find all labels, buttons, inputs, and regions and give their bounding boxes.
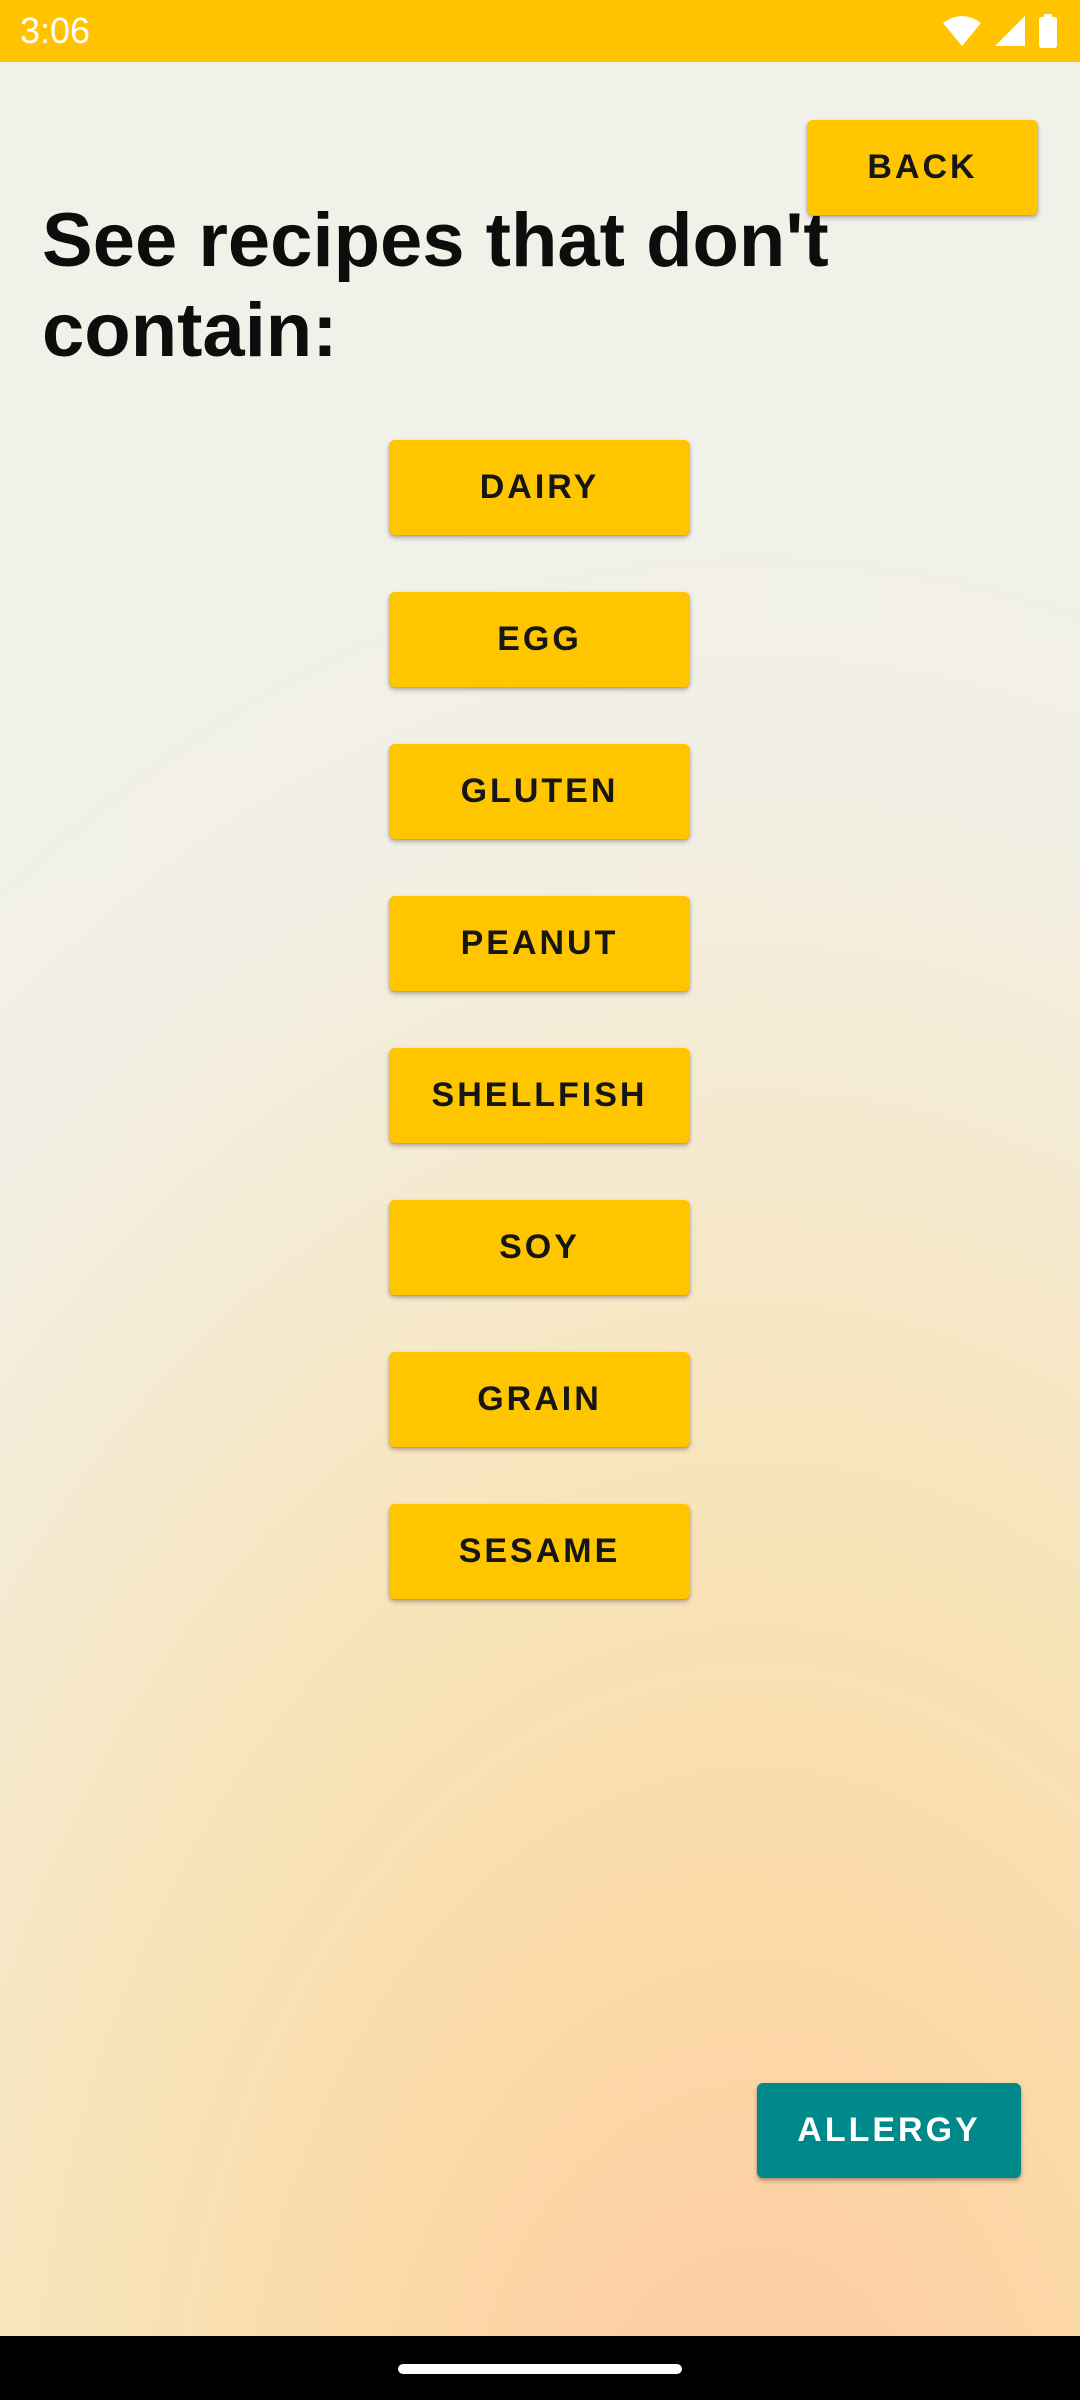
allergen-options: DAIRY EGG GLUTEN PEANUT SHELLFISH SOY GR…: [389, 440, 690, 1599]
allergen-sesame-button[interactable]: SESAME: [389, 1504, 690, 1599]
allergy-button[interactable]: ALLERGY: [757, 2083, 1021, 2178]
home-gesture-handle[interactable]: [398, 2364, 682, 2374]
wifi-icon: [942, 15, 982, 47]
allergen-grain-button[interactable]: GRAIN: [389, 1352, 690, 1447]
navigation-bar: [0, 2336, 1080, 2400]
allergen-soy-button[interactable]: SOY: [389, 1200, 690, 1295]
allergen-shellfish-button[interactable]: SHELLFISH: [389, 1048, 690, 1143]
allergen-gluten-button[interactable]: GLUTEN: [389, 744, 690, 839]
allergen-peanut-button[interactable]: PEANUT: [389, 896, 690, 991]
page-title: See recipes that don't contain:: [42, 198, 829, 373]
status-icons: [942, 12, 1058, 50]
status-bar: 3:06: [0, 0, 1080, 62]
cellular-signal-icon: [994, 15, 1026, 47]
status-time: 3:06: [20, 10, 91, 51]
allergen-egg-button[interactable]: EGG: [389, 592, 690, 687]
allergen-dairy-button[interactable]: DAIRY: [389, 440, 690, 535]
battery-icon: [1038, 14, 1058, 48]
